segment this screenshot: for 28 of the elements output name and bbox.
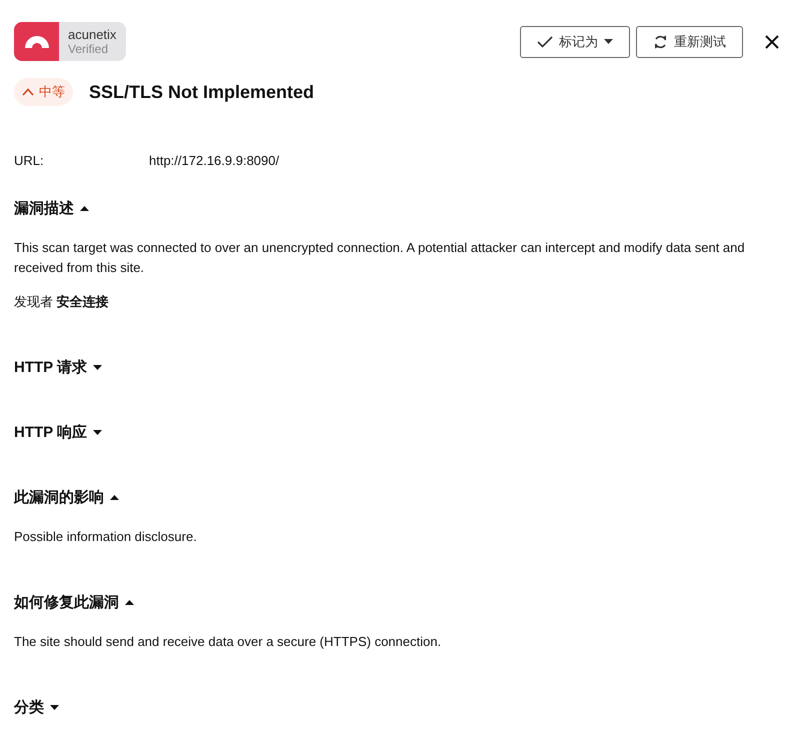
caret-icon[interactable] xyxy=(80,206,89,211)
mark-as-button[interactable]: 标记为 xyxy=(520,26,630,58)
section-text: 发现者 安全连接 xyxy=(14,293,110,311)
section-text: This scan target was connected to over an unencrypted connection. A potential attacker can intercept and modify data sent and received from this site. xyxy=(14,239,746,277)
section-heading[interactable]: HTTP 响应 xyxy=(14,423,88,442)
vulnerability-title: SSL/TLS Not Implemented xyxy=(89,82,314,102)
url-label: URL: xyxy=(14,153,45,168)
refresh-icon xyxy=(653,34,668,50)
section-heading[interactable]: 分类 xyxy=(14,698,44,717)
logo-icon xyxy=(24,36,48,48)
section-text: Possible information disclosure. xyxy=(14,528,198,546)
logo-name: acunetix xyxy=(68,28,116,42)
section-heading[interactable]: 漏洞描述 xyxy=(14,199,74,218)
severity-badge: 中等 xyxy=(14,78,73,106)
verified-label: Verified xyxy=(68,42,110,56)
section-heading[interactable]: 如何修复此漏洞 xyxy=(14,593,119,612)
caret-icon[interactable] xyxy=(125,600,134,605)
caret-icon[interactable] xyxy=(110,495,119,500)
section-heading[interactable]: 此漏洞的影响 xyxy=(14,488,104,507)
section-heading[interactable]: HTTP 请求 xyxy=(14,358,88,377)
caret-icon xyxy=(604,39,613,44)
checkmark-icon xyxy=(537,36,553,48)
section-text: The site should send and receive data over a secure (HTTPS) connection. xyxy=(14,633,442,651)
retest-button[interactable]: 重新测试 xyxy=(636,26,743,58)
caret-icon[interactable] xyxy=(50,705,59,710)
url-value: http://172.16.9.9:8090/ xyxy=(149,153,280,168)
caret-icon[interactable] xyxy=(93,430,102,435)
caret-icon[interactable] xyxy=(93,365,102,370)
